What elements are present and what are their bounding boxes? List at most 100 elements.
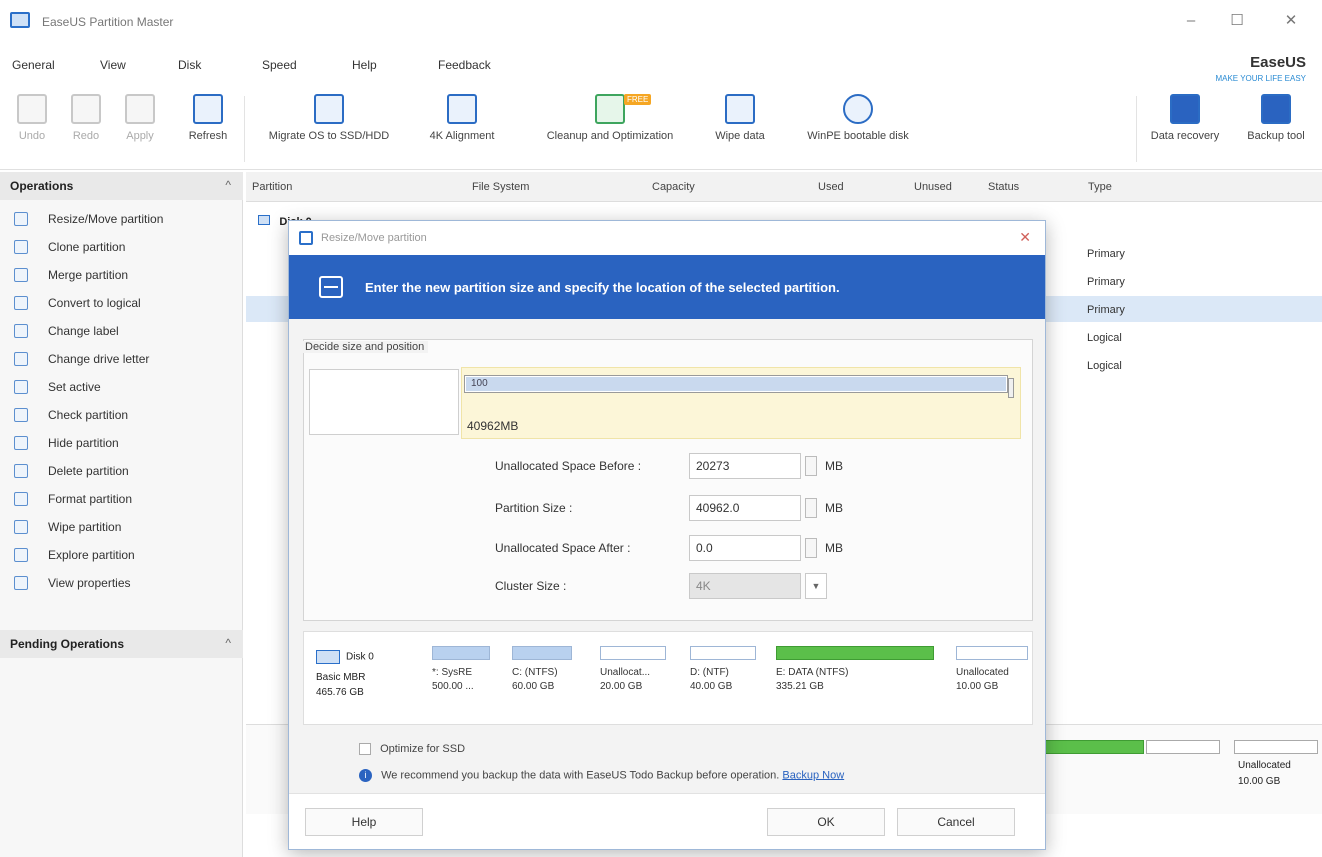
op-clone[interactable]: Clone partition	[14, 236, 234, 262]
optimize-ssd-option[interactable]: Optimize for SSD	[359, 743, 465, 756]
4k-alignment-button[interactable]: 4K Alignment	[412, 94, 512, 142]
resize-icon	[14, 212, 28, 226]
unallocated-before-label: Unallocated Space Before :	[495, 459, 642, 473]
cancel-button[interactable]: Cancel	[897, 808, 1015, 836]
undo-button[interactable]: Undo	[10, 94, 54, 142]
apply-check-icon	[125, 94, 155, 124]
merge-icon	[14, 268, 28, 282]
help-button[interactable]: Help	[305, 808, 423, 836]
backup-tool-button[interactable]: Backup tool	[1234, 94, 1318, 142]
op-delete-partition[interactable]: Delete partition	[14, 460, 234, 486]
operations-header[interactable]: Operations ^	[0, 172, 243, 200]
op-label: Wipe partition	[48, 520, 122, 534]
strip-partition-c[interactable]: C: (NTFS) 60.00 GB	[512, 646, 572, 694]
map-partition-bar[interactable]	[1234, 740, 1318, 754]
col-file-system[interactable]: File System	[472, 181, 529, 193]
maximize-button[interactable]: ☐	[1222, 10, 1252, 32]
after-spinner[interactable]	[805, 538, 817, 558]
partition-bar	[432, 646, 490, 660]
op-wipe-partition[interactable]: Wipe partition	[14, 516, 234, 542]
optimize-ssd-checkbox[interactable]	[359, 743, 371, 756]
col-used[interactable]: Used	[818, 181, 844, 193]
map-partition-bar[interactable]	[1044, 740, 1144, 754]
resize-handle[interactable]	[1008, 378, 1014, 398]
op-label: Set active	[48, 380, 101, 394]
dialog-banner: Enter the new partition size and specify…	[289, 255, 1045, 319]
dialog-disk-strip: Disk 0 Basic MBR 465.76 GB *: SysRE 500.…	[303, 631, 1033, 725]
explore-icon	[14, 548, 28, 562]
op-view-properties[interactable]: View properties	[14, 572, 234, 598]
winpe-disk-button[interactable]: WinPE bootable disk	[784, 94, 932, 142]
menu-view[interactable]: View	[100, 58, 126, 72]
col-partition[interactable]: Partition	[252, 181, 292, 193]
chevron-down-icon[interactable]: ▼	[805, 573, 827, 599]
check-icon	[14, 408, 28, 422]
unallocated-before-input[interactable]: 20273	[689, 453, 801, 479]
partition-size-bar[interactable]: 100	[464, 375, 1008, 393]
op-check-partition[interactable]: Check partition	[14, 404, 234, 430]
menu-help[interactable]: Help	[352, 58, 377, 72]
strip-partition-d[interactable]: D: (NTF) 40.00 GB	[690, 646, 756, 694]
op-format-partition[interactable]: Format partition	[14, 488, 234, 514]
redo-button[interactable]: Redo	[64, 94, 108, 142]
strip-partition-sysre[interactable]: *: SysRE 500.00 ...	[432, 646, 490, 694]
menu-feedback[interactable]: Feedback	[438, 58, 491, 72]
brand-logo: EaseUS	[1250, 54, 1306, 71]
op-label: Hide partition	[48, 436, 119, 450]
disk-summary: Disk 0 Basic MBR 465.76 GB	[316, 650, 400, 698]
partition-bar	[776, 646, 934, 660]
wipe-data-button[interactable]: Wipe data	[700, 94, 780, 142]
op-hide-partition[interactable]: Hide partition	[14, 432, 234, 458]
col-type[interactable]: Type	[1088, 181, 1112, 193]
hide-icon	[14, 436, 28, 450]
partition-name: Unallocated	[956, 667, 1009, 678]
op-change-drive-letter[interactable]: Change drive letter	[14, 348, 234, 374]
disk-icon	[258, 215, 270, 225]
collapse-icon[interactable]: ^	[225, 178, 231, 192]
minimize-button[interactable]: –	[1176, 10, 1206, 32]
strip-partition-unallocated[interactable]: Unallocat... 20.00 GB	[600, 646, 666, 694]
partition-name: C: (NTFS)	[512, 667, 558, 678]
convert-icon	[14, 296, 28, 310]
bar-value: 100	[471, 378, 488, 389]
refresh-button[interactable]: Refresh	[178, 94, 238, 142]
apply-button[interactable]: Apply	[118, 94, 162, 142]
strip-partition-e[interactable]: E: DATA (NTFS) 335.21 GB	[776, 646, 934, 694]
data-recovery-button[interactable]: Data recovery	[1140, 94, 1230, 142]
dialog-close-icon[interactable]: ✕	[1019, 229, 1031, 246]
col-capacity[interactable]: Capacity	[652, 181, 695, 193]
cluster-size-select[interactable]: 4K	[689, 573, 801, 599]
menu-speed[interactable]: Speed	[262, 58, 297, 72]
unallocated-after-input[interactable]: 0.0	[689, 535, 801, 561]
collapse-icon[interactable]: ^	[225, 636, 231, 650]
op-resize-move[interactable]: Resize/Move partition	[14, 208, 234, 234]
op-label: Change label	[48, 324, 119, 338]
ok-button[interactable]: OK	[767, 808, 885, 836]
migrate-os-button[interactable]: Migrate OS to SSD/HDD	[254, 94, 404, 142]
undo-label: Undo	[18, 130, 46, 142]
close-window-button[interactable]: ✕	[1276, 10, 1306, 32]
backup-now-link[interactable]: Backup Now	[782, 769, 844, 781]
size-spinner[interactable]	[805, 498, 817, 518]
group-label: Decide size and position	[301, 341, 429, 353]
col-unused[interactable]: Unused	[914, 181, 952, 193]
pending-operations-header[interactable]: Pending Operations ^	[0, 630, 243, 658]
partition-size: 500.00 ...	[432, 681, 474, 692]
partition-size-input[interactable]: 40962.0	[689, 495, 801, 521]
dialog-title: Resize/Move partition	[321, 232, 427, 244]
map-partition-bar[interactable]	[1146, 740, 1220, 754]
strip-partition-unallocated-end[interactable]: Unallocated 10.00 GB	[956, 646, 1028, 694]
col-status[interactable]: Status	[988, 181, 1019, 193]
cleanup-button[interactable]: Cleanup and Optimization FREE	[522, 94, 698, 142]
before-spinner[interactable]	[805, 456, 817, 476]
wipe-data-label: Wipe data	[715, 130, 765, 142]
menu-disk[interactable]: Disk	[178, 58, 201, 72]
op-change-label[interactable]: Change label	[14, 320, 234, 346]
op-merge[interactable]: Merge partition	[14, 264, 234, 290]
menu-general[interactable]: General	[12, 58, 55, 72]
op-label: Format partition	[48, 492, 133, 506]
op-convert-logical[interactable]: Convert to logical	[14, 292, 234, 318]
op-set-active[interactable]: Set active	[14, 376, 234, 402]
op-explore-partition[interactable]: Explore partition	[14, 544, 234, 570]
redo-icon	[71, 94, 101, 124]
